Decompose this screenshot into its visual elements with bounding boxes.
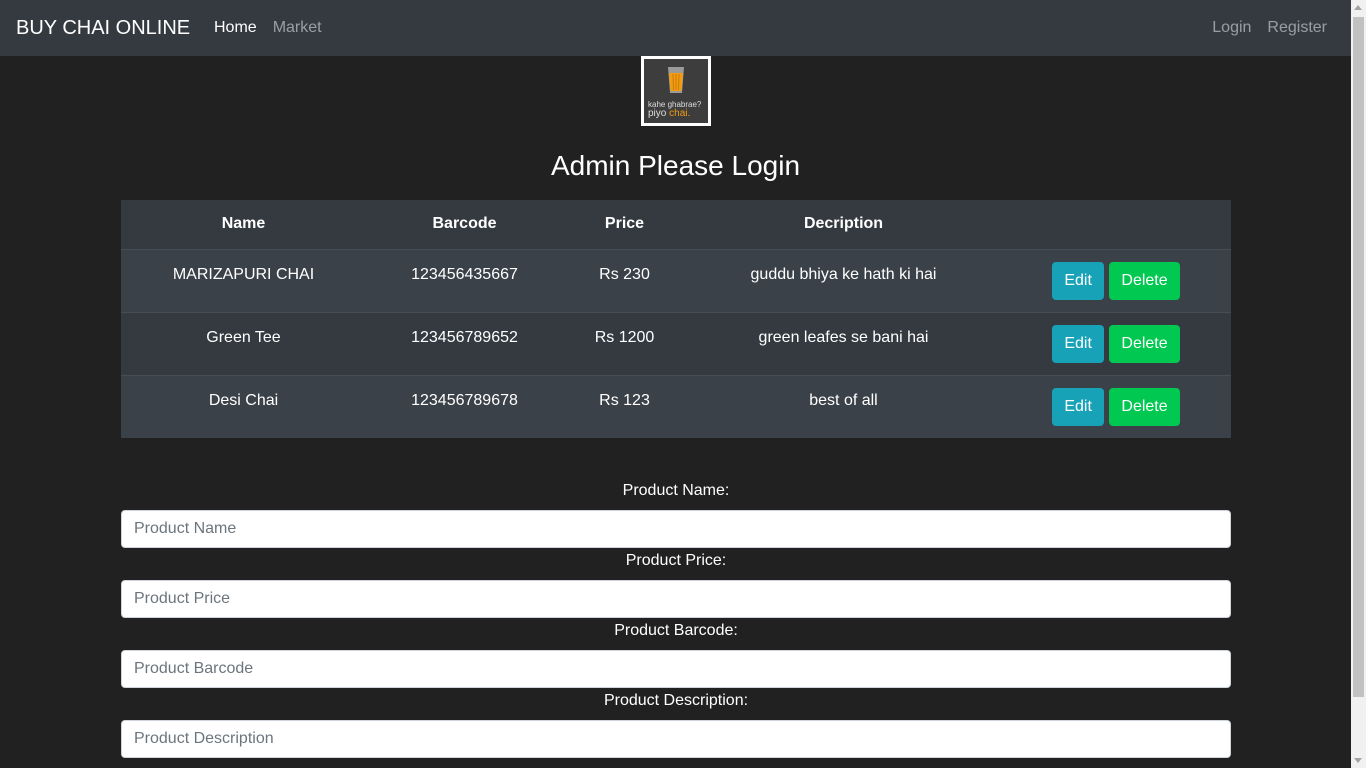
- cell-actions: Edit Delete: [1001, 311, 1231, 375]
- cell-barcode: 123456789652: [366, 311, 563, 375]
- cell-name: Green Tee: [121, 311, 366, 375]
- cell-name: Desi Chai: [121, 374, 366, 438]
- logo-image: kahe ghabrae? piyo chai.: [644, 59, 708, 123]
- cell-barcode: 123456435667: [366, 248, 563, 312]
- nav-register-link[interactable]: Register: [1267, 16, 1327, 40]
- cell-description: best of all: [686, 374, 1001, 438]
- chai-logo: kahe ghabrae? piyo chai.: [641, 56, 711, 126]
- nav-login-link[interactable]: Login: [1212, 16, 1251, 40]
- page: BUY CHAI ONLINE Home Market Login Regist…: [0, 0, 1366, 768]
- page-title: Admin Please Login: [550, 150, 801, 181]
- product-price-label: Product Price:: [625, 552, 727, 569]
- header-barcode: Barcode: [366, 200, 563, 250]
- scrollbar-thumb[interactable]: [1353, 17, 1364, 697]
- table-row: Desi Chai 123456789678 Rs 123 best of al…: [121, 374, 1231, 438]
- nav-market-link[interactable]: Market: [273, 16, 322, 40]
- cell-actions: Edit Delete: [1001, 374, 1231, 438]
- delete-button[interactable]: Delete: [1109, 261, 1180, 300]
- table-row: MARIZAPURI CHAI 123456435667 Rs 230 gudd…: [121, 248, 1231, 312]
- logo-line-2: piyo chai.: [648, 109, 708, 119]
- nav-right: Login Register: [1212, 16, 1327, 40]
- cell-actions: Edit Delete: [1001, 248, 1231, 312]
- cell-barcode: 123456789678: [366, 374, 563, 438]
- product-description-label: Product Description:: [603, 692, 749, 709]
- delete-button[interactable]: Delete: [1109, 387, 1180, 426]
- vertical-scrollbar[interactable]: [1351, 0, 1366, 768]
- product-barcode-input[interactable]: [121, 650, 1231, 688]
- edit-button[interactable]: Edit: [1052, 387, 1104, 426]
- products-table: Name Barcode Price Decription MARIZAPURI…: [121, 200, 1231, 438]
- cell-price: Rs 1200: [563, 311, 686, 375]
- edit-button[interactable]: Edit: [1052, 324, 1104, 363]
- scroll-down-arrow-icon[interactable]: [1354, 758, 1362, 763]
- logo-line-2a: piyo: [648, 108, 667, 119]
- nav-home-link[interactable]: Home: [214, 16, 257, 40]
- cell-description: green leafes se bani hai: [686, 311, 1001, 375]
- cell-price: Rs 123: [563, 374, 686, 438]
- cell-name: MARIZAPURI CHAI: [121, 248, 366, 312]
- header-actions: [1001, 200, 1231, 250]
- scroll-up-arrow-icon[interactable]: [1354, 5, 1362, 10]
- product-price-input[interactable]: [121, 580, 1231, 618]
- cell-price: Rs 230: [563, 248, 686, 312]
- product-name-input[interactable]: [121, 510, 1231, 548]
- header-description: Decription: [686, 200, 1001, 250]
- nav-left: Home Market: [214, 16, 322, 40]
- brand-link[interactable]: BUY CHAI ONLINE: [16, 14, 190, 42]
- logo-tagline: kahe ghabrae? piyo chai.: [648, 100, 708, 119]
- product-description-input[interactable]: [121, 720, 1231, 758]
- navbar: BUY CHAI ONLINE Home Market Login Regist…: [0, 0, 1351, 56]
- table-header-row: Name Barcode Price Decription: [121, 200, 1231, 250]
- add-product-form: Product Name: Product Price: Product Bar…: [121, 478, 1231, 758]
- product-name-label: Product Name:: [622, 482, 730, 499]
- cell-description: guddu bhiya ke hath ki hai: [686, 248, 1001, 312]
- edit-button[interactable]: Edit: [1052, 261, 1104, 300]
- delete-button[interactable]: Delete: [1109, 324, 1180, 363]
- table-row: Green Tee 123456789652 Rs 1200 green lea…: [121, 311, 1231, 375]
- product-barcode-label: Product Barcode:: [614, 622, 738, 639]
- header-price: Price: [563, 200, 686, 250]
- logo-line-2b: chai.: [669, 108, 691, 119]
- header-name: Name: [121, 200, 366, 250]
- chai-glass-icon: [668, 67, 684, 93]
